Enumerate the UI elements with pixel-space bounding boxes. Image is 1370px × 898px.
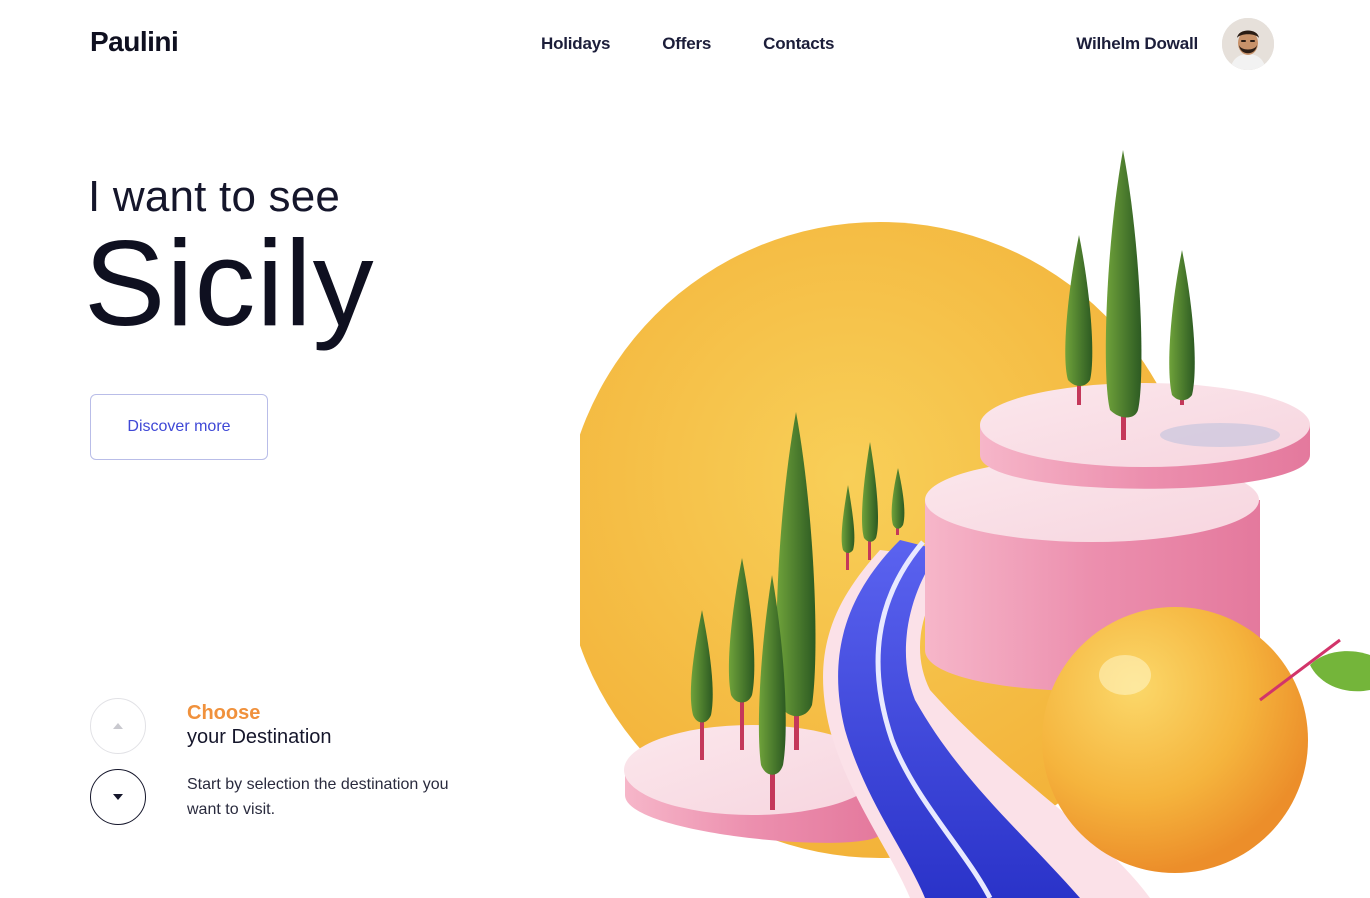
nav-holidays[interactable]: Holidays	[541, 34, 610, 54]
choose-highlight: Choose	[187, 702, 261, 724]
main-nav: Holidays Offers Contacts	[541, 34, 834, 54]
avatar-image	[1222, 18, 1274, 70]
nav-offers[interactable]: Offers	[662, 34, 711, 54]
arrow-up-icon	[113, 723, 123, 729]
nav-contacts[interactable]: Contacts	[763, 34, 834, 54]
discover-more-button[interactable]: Discover more	[90, 394, 268, 460]
orange-fruit	[1042, 607, 1370, 873]
hero-title: Sicily	[84, 215, 375, 351]
sicily-illustration	[580, 150, 1370, 898]
upper-platform	[980, 383, 1310, 489]
avatar[interactable]	[1222, 18, 1274, 70]
user-name[interactable]: Wilhelm Dowall	[1076, 34, 1198, 54]
scroll-down-button[interactable]	[90, 769, 146, 825]
scroll-up-button[interactable]	[90, 698, 146, 754]
choose-description: Start by selection the destination you w…	[187, 776, 449, 818]
choose-subtitle: your Destination	[187, 726, 332, 748]
brand-logo[interactable]: Paulini	[90, 26, 179, 58]
arrow-down-icon	[113, 794, 123, 800]
user-menu[interactable]: Wilhelm Dowall	[1076, 18, 1274, 70]
